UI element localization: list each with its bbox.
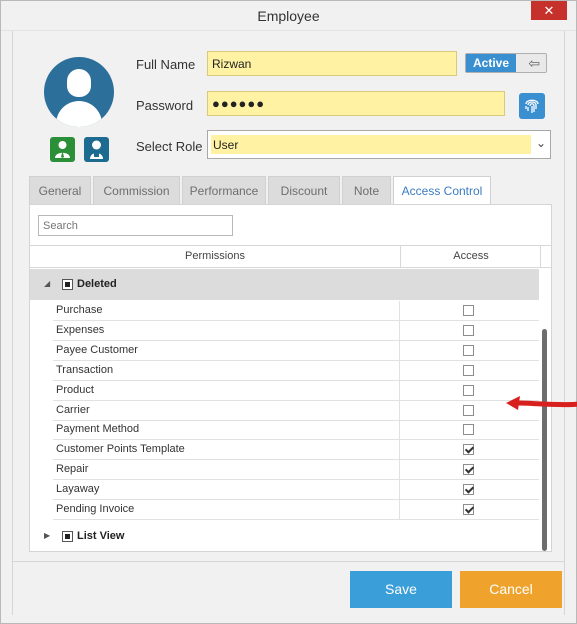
access-checkbox[interactable] — [463, 305, 474, 316]
status-toggle[interactable]: Active ⇦ — [465, 53, 547, 73]
user-avatar-icon[interactable] — [44, 57, 114, 127]
role-select[interactable]: User ⌄ — [207, 130, 551, 159]
search-input[interactable] — [38, 215, 233, 236]
expand-triangle-icon[interactable]: ▶ — [44, 531, 50, 540]
arrow-left-icon: ⇦ — [528, 55, 540, 71]
title-bar: Employee ✕ — [1, 1, 576, 31]
fingerprint-icon[interactable] — [519, 93, 545, 119]
permission-name: Pending Invoice — [56, 503, 135, 515]
permission-name: Product — [56, 383, 94, 396]
group-label: List View — [77, 530, 125, 542]
table-row: Purchase — [53, 301, 539, 321]
permission-name: Payment Method — [56, 423, 140, 436]
employee-icon[interactable] — [50, 137, 75, 162]
access-checkbox[interactable] — [463, 464, 474, 476]
permission-name: Carrier — [56, 403, 90, 416]
select-role-label: Select Role — [136, 139, 203, 154]
table-row: Customer Points Template — [53, 440, 539, 461]
table-row: Repair — [53, 460, 539, 481]
table-row: Payee Customer — [53, 340, 539, 361]
access-checkbox[interactable] — [463, 424, 474, 436]
collapse-triangle-icon[interactable]: ◢ — [44, 279, 50, 288]
full-name-field[interactable]: Rizwan — [207, 51, 457, 76]
access-checkbox[interactable] — [463, 324, 474, 336]
table-row: Pending Invoice — [53, 500, 539, 520]
table-row: Carrier — [53, 400, 539, 421]
permission-name: Customer Points Template — [56, 443, 185, 456]
table-row: Product — [53, 380, 539, 401]
access-checkbox[interactable] — [463, 384, 474, 396]
access-checkbox[interactable] — [463, 484, 474, 496]
group-row-deleted[interactable]: ◢ Deleted — [30, 269, 539, 300]
full-name-label: Full Name — [136, 57, 196, 72]
group-row-list-view[interactable]: ▶ List View — [30, 521, 539, 552]
window-title: Employee — [257, 8, 320, 24]
manager-icon[interactable] — [84, 137, 109, 162]
access-column-header[interactable]: Access — [401, 250, 541, 262]
tab-discount[interactable]: Discount — [268, 176, 340, 204]
tab-note[interactable]: Note — [342, 176, 391, 204]
permission-name: Purchase — [56, 304, 103, 316]
table-row: Transaction — [53, 360, 539, 381]
save-button[interactable]: Save — [350, 571, 452, 608]
status-toggle-label: Active — [466, 54, 516, 72]
chevron-down-icon: ⌄ — [535, 136, 546, 150]
permission-name: Layaway — [56, 483, 100, 496]
permission-name: Payee Customer — [56, 343, 138, 356]
vertical-scrollbar[interactable] — [542, 329, 547, 551]
permission-name: Repair — [56, 463, 89, 476]
table-row: Layaway — [53, 480, 539, 501]
permission-name: Expenses — [56, 323, 105, 336]
group-checkbox[interactable] — [62, 279, 73, 290]
table-row: Expenses — [53, 320, 539, 341]
password-label: Password — [136, 98, 194, 113]
access-checkbox[interactable] — [463, 404, 474, 416]
form-content: Full Name Rizwan Active ⇦ Password ●●●●●… — [12, 31, 577, 561]
permission-name: Transaction — [56, 363, 114, 376]
grid-header: Permissions Access — [30, 245, 551, 268]
tab-performance[interactable]: Performance — [182, 176, 266, 204]
group-checkbox[interactable] — [62, 531, 73, 542]
password-field[interactable]: ●●●●●● — [207, 91, 505, 116]
tab-general[interactable]: General — [29, 176, 91, 204]
tab-commission[interactable]: Commission — [93, 176, 180, 204]
tab-access-control[interactable]: Access Control — [393, 176, 491, 204]
access-checkbox[interactable] — [463, 364, 474, 376]
permissions-column-header[interactable]: Permissions — [30, 250, 400, 262]
access-checkbox[interactable] — [463, 344, 474, 356]
access-control-panel: Permissions Access ◢ Deleted Purchase Exp… — [29, 204, 577, 552]
table-row: Payment Method — [53, 420, 539, 441]
close-icon[interactable]: ✕ — [531, 1, 567, 20]
dialog-footer: Save Cancel — [12, 561, 565, 615]
cancel-button[interactable]: Cancel — [460, 571, 562, 608]
access-checkbox[interactable] — [463, 504, 474, 515]
role-select-value: User — [211, 135, 531, 154]
employee-window: Employee ✕ Full Name Rizwan Active ⇦ Pas… — [0, 0, 577, 624]
red-arrow-annotation — [506, 396, 577, 410]
access-checkbox[interactable] — [463, 444, 474, 456]
group-label: Deleted — [77, 278, 117, 290]
